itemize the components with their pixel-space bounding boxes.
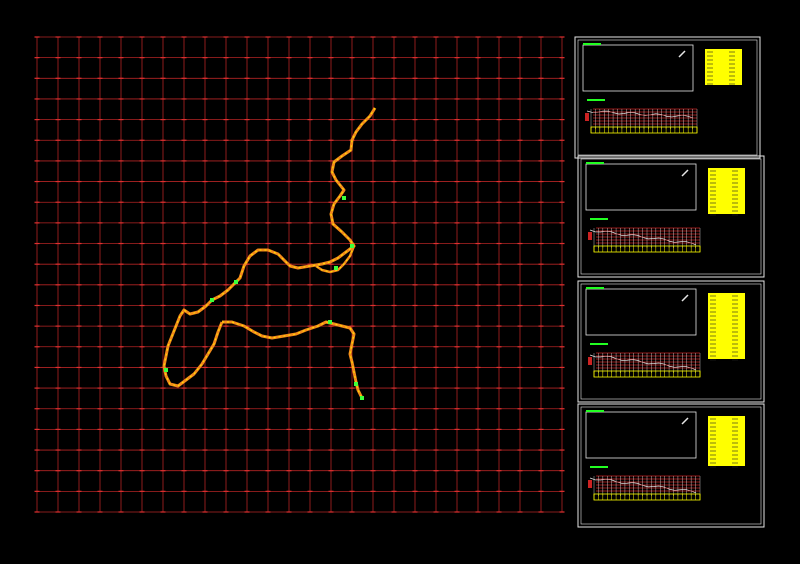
station-marker (334, 266, 338, 270)
station-marker (328, 320, 332, 324)
quantity-table (708, 293, 745, 359)
station-marker (234, 280, 238, 284)
sheet-plan-title-bar (586, 162, 604, 164)
sheet-plan-title-bar (583, 43, 601, 45)
station-marker (342, 196, 346, 200)
profile-title-bar (587, 99, 605, 101)
station-marker (210, 298, 214, 302)
sheet-plan-title-bar (586, 287, 604, 289)
profile-title-bar (590, 218, 608, 220)
station-marker (360, 396, 364, 400)
profile-title-bar (590, 466, 608, 468)
station-marker (164, 368, 168, 372)
cad-drawing-canvas[interactable] (0, 0, 800, 564)
sheet-plan-title-bar (586, 410, 604, 412)
station-marker (350, 244, 354, 248)
station-marker (354, 382, 358, 386)
profile-legend-block (585, 113, 589, 121)
profile-legend-block (588, 357, 592, 365)
profile-title-bar (590, 343, 608, 345)
profile-legend-block (588, 232, 592, 240)
quantity-table (705, 49, 742, 85)
profile-legend-block (588, 480, 592, 488)
quantity-table (708, 416, 745, 466)
